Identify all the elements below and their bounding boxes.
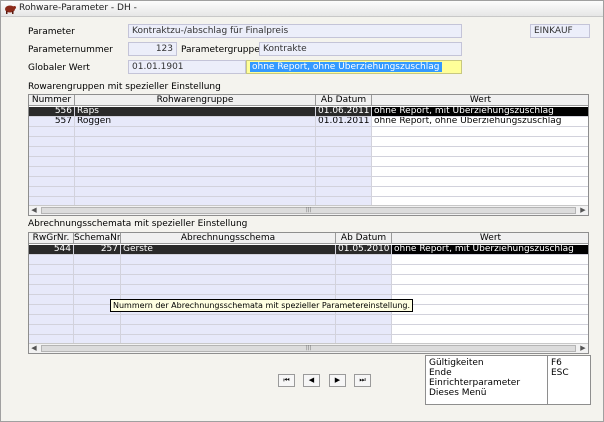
- table-row[interactable]: 544 257 Gerste 01.05.2010 ohne Report, m…: [29, 245, 588, 255]
- menu-item-ende[interactable]: Ende: [429, 368, 452, 378]
- horizontal-scrollbar[interactable]: ◀ ||| ▶: [29, 343, 588, 353]
- table-row[interactable]: 557 Roggen 01.01.2011 ohne Report, ohne …: [29, 117, 588, 127]
- scroll-right-icon[interactable]: ▶: [578, 206, 588, 215]
- parameternummer-field[interactable]: 123: [128, 42, 177, 56]
- cell-wert: ohne Report, ohne Überziehungszuschlag: [372, 117, 588, 127]
- column-header-ab-datum[interactable]: Ab Datum: [316, 95, 372, 105]
- table-header: Nummer Rohwarengruppe Ab Datum Wert: [29, 95, 588, 106]
- next-record-button[interactable]: ▶: [329, 374, 346, 387]
- column-header-schemanr[interactable]: SchemaNr: [74, 233, 121, 243]
- menu-separator: [547, 356, 548, 404]
- first-record-button[interactable]: ⏮: [278, 374, 295, 387]
- table-body: 556 Raps 01.06.2011 ohne Report, mit Übe…: [29, 107, 588, 207]
- cell-rwgrnr: 544: [29, 245, 74, 255]
- cell-wert: ohne Report, mit Überziehungszuschlag: [372, 107, 588, 117]
- last-record-button[interactable]: ⏭: [354, 374, 371, 387]
- parametergruppe-label: Parametergruppe: [181, 45, 260, 55]
- column-header-wert[interactable]: Wert: [372, 95, 588, 105]
- globaler-wert-selection: ohne Report, ohne Überziehungszuschlag: [250, 62, 442, 72]
- menu-key-f6: F6: [551, 358, 562, 368]
- abrechnung-title: Abrechnungsschemata mit spezieller Einst…: [28, 219, 248, 229]
- scroll-right-icon[interactable]: ▶: [578, 344, 588, 353]
- column-header-wert[interactable]: Wert: [392, 233, 588, 243]
- cell-wert: ohne Report, mit Überziehungszuschlag: [392, 245, 588, 255]
- cell-nummer: 557: [29, 117, 75, 127]
- column-header-rohwarengruppe[interactable]: Rohwarengruppe: [75, 95, 316, 105]
- cell-schemanr: 257: [74, 245, 121, 255]
- table-header: RwGrNr. SchemaNr Abrechnungsschema Ab Da…: [29, 233, 588, 244]
- menu-item-dieses-menue[interactable]: Dieses Menü: [429, 388, 486, 398]
- parametergruppe-field[interactable]: Kontrakte: [259, 42, 462, 56]
- column-header-ab-datum[interactable]: Ab Datum: [336, 233, 392, 243]
- scroll-left-icon[interactable]: ◀: [29, 206, 39, 215]
- table-body: 544 257 Gerste 01.05.2010 ohne Report, m…: [29, 245, 588, 345]
- function-menu: Gültigkeiten F6 Ende ESC Einrichterparam…: [425, 355, 591, 405]
- cell-schema: Gerste: [121, 245, 336, 255]
- globaler-wert-label: Globaler Wert: [28, 63, 90, 73]
- cell-gruppe: Raps: [75, 107, 316, 117]
- column-header-abrechnungsschema[interactable]: Abrechnungsschema: [121, 233, 336, 243]
- menu-key-esc: ESC: [551, 368, 569, 378]
- cell-nummer: 556: [29, 107, 75, 117]
- scroll-thumb[interactable]: |||: [41, 345, 576, 352]
- tooltip: Nummern der Abrechnungsschemata mit spez…: [110, 299, 414, 312]
- main-window: Rohware-Parameter - DH - Parameter Kontr…: [0, 0, 604, 422]
- menu-item-einrichterparameter[interactable]: Einrichterparameter: [429, 378, 520, 388]
- horizontal-scrollbar[interactable]: ◀ ||| ▶: [29, 205, 588, 215]
- column-header-nummer[interactable]: Nummer: [29, 95, 75, 105]
- globaler-wert-date-field[interactable]: 01.01.1901: [128, 60, 246, 74]
- parameternummer-label: Parameternummer: [28, 45, 113, 55]
- menu-item-gueltigkeiten[interactable]: Gültigkeiten: [429, 358, 484, 368]
- scroll-left-icon[interactable]: ◀: [29, 344, 39, 353]
- rowarengruppen-table[interactable]: Nummer Rohwarengruppe Ab Datum Wert 556 …: [28, 94, 589, 216]
- cell-datum: 01.06.2011: [316, 107, 372, 117]
- prev-record-button[interactable]: ◀: [303, 374, 320, 387]
- cell-datum: 01.05.2010: [336, 245, 392, 255]
- einkauf-field[interactable]: EINKAUF: [530, 24, 590, 38]
- scroll-thumb[interactable]: |||: [41, 207, 576, 214]
- table-row[interactable]: 556 Raps 01.06.2011 ohne Report, mit Übe…: [29, 107, 588, 117]
- globaler-wert-field[interactable]: ohne Report, ohne Überziehungszuschlag: [246, 60, 462, 74]
- parameter-field[interactable]: Kontraktzu-/abschlag für Finalpreis: [128, 24, 462, 38]
- parameter-label: Parameter: [28, 27, 75, 37]
- cell-datum: 01.01.2011: [316, 117, 372, 127]
- pig-icon: [5, 5, 16, 14]
- rowarengruppen-title: Rowarengruppen mit spezieller Einstellun…: [28, 82, 221, 92]
- column-header-rwgrnr[interactable]: RwGrNr.: [29, 233, 74, 243]
- window-title: Rohware-Parameter - DH -: [19, 3, 137, 13]
- title-bar[interactable]: Rohware-Parameter - DH -: [1, 1, 603, 17]
- cell-gruppe: Roggen: [75, 117, 316, 127]
- abrechnung-table[interactable]: RwGrNr. SchemaNr Abrechnungsschema Ab Da…: [28, 232, 589, 354]
